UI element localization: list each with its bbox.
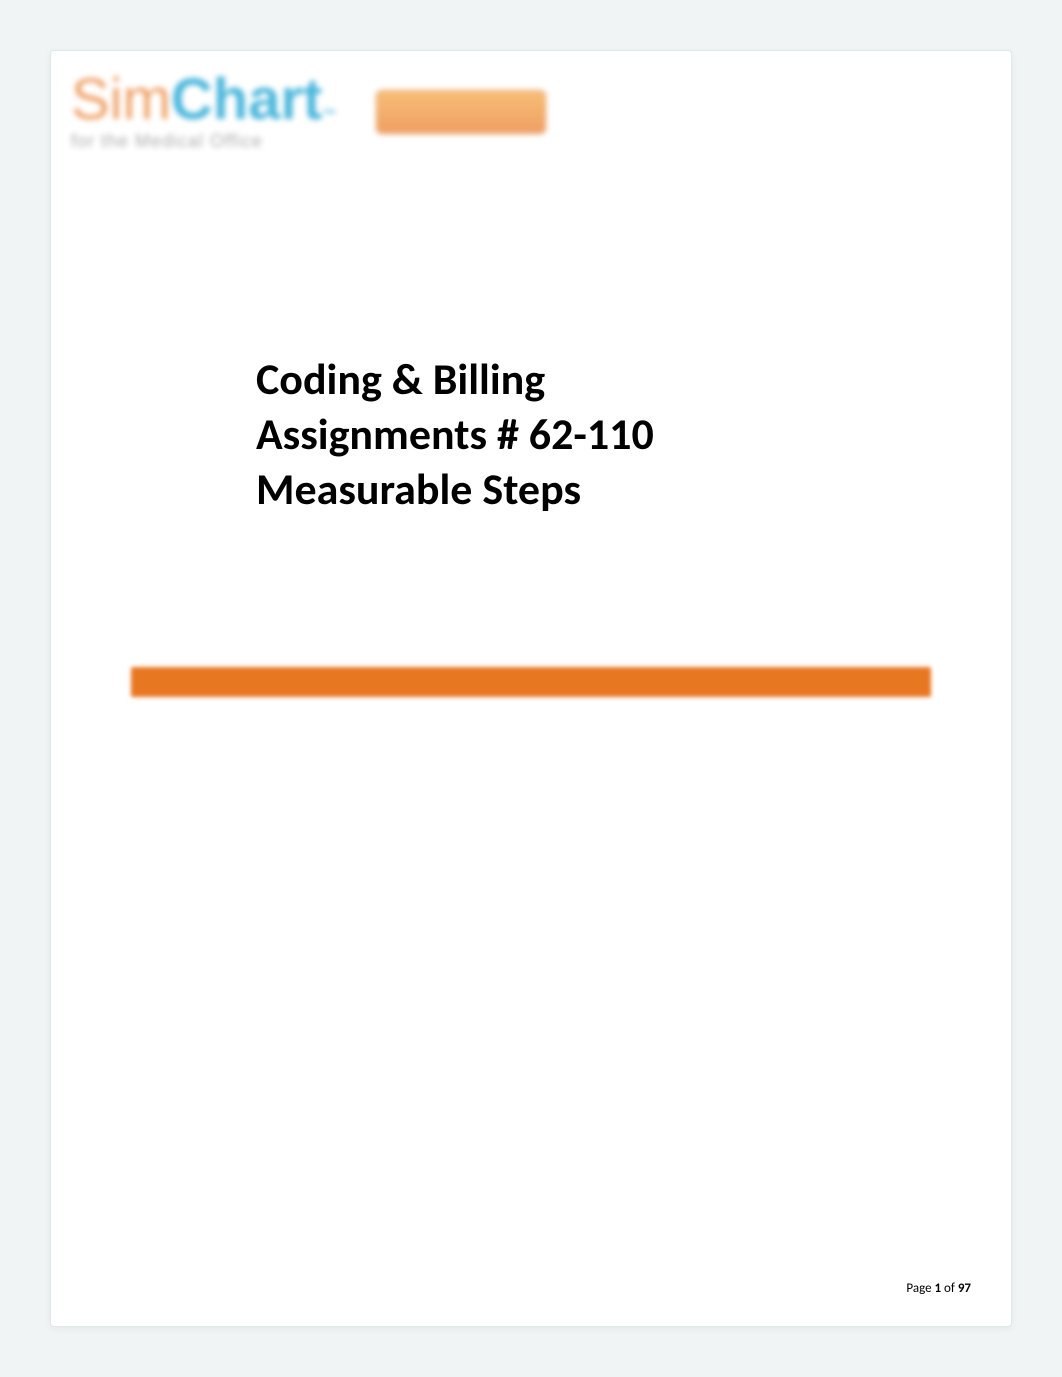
divider-bar bbox=[131, 667, 931, 697]
logo-trademark: ™ bbox=[322, 107, 336, 121]
header-section: Sim Chart ™ for the Medical Office bbox=[71, 71, 991, 152]
footer-prefix: Page bbox=[906, 1281, 934, 1296]
logo-tagline: for the Medical Office bbox=[71, 131, 336, 152]
document-page: Sim Chart ™ for the Medical Office Codin… bbox=[50, 50, 1012, 1327]
page-footer: Page 1 of 97 bbox=[906, 1281, 971, 1296]
document-title-section: Coding & Billing Assignments # 62-110 Me… bbox=[256, 352, 816, 517]
logo-block: Sim Chart ™ for the Medical Office bbox=[71, 71, 336, 152]
title-line-2: Assignments # 62-110 bbox=[256, 407, 816, 462]
title-line-3: Measurable Steps bbox=[256, 462, 816, 517]
logo-text: Sim Chart ™ bbox=[71, 71, 336, 129]
logo-sim-text: Sim bbox=[71, 71, 171, 129]
footer-separator: of bbox=[941, 1281, 958, 1296]
total-pages: 97 bbox=[958, 1281, 971, 1296]
logo-chart-text: Chart bbox=[171, 71, 322, 129]
title-line-1: Coding & Billing bbox=[256, 352, 816, 407]
header-button bbox=[376, 90, 546, 134]
